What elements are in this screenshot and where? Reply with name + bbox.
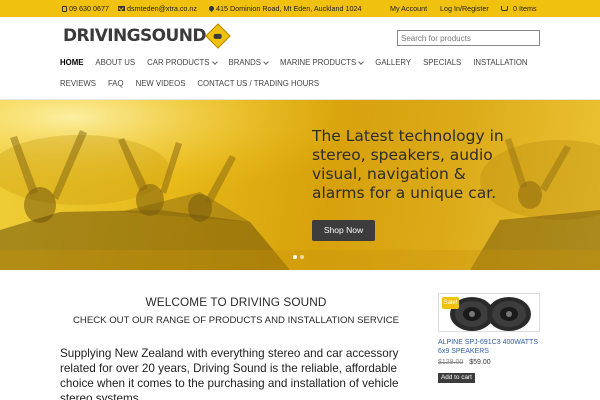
address-text: 415 Dominion Road, Mt Eden, Auckland 102…: [216, 4, 362, 13]
slider-dot-2[interactable]: [300, 255, 304, 259]
product-image[interactable]: Sale!: [438, 293, 540, 332]
site-header: DRIVINGSOUND HOME ABOUT US CAR PRODUCTS BRA…: [0, 17, 600, 100]
nav-item-contact-us-trading-hours[interactable]: CONTACT US / TRADING HOURS: [197, 79, 331, 88]
shop-now-button[interactable]: Shop Now: [312, 220, 375, 241]
nav-label: HOME: [60, 58, 84, 67]
my-account-link[interactable]: My Account: [390, 0, 427, 17]
product-price: $129.00 $59.00: [438, 359, 540, 366]
welcome-heading: WELCOME TO DRIVING SOUND: [145, 295, 327, 309]
page: 09 630 0677 dsmteden@xtra.co.nz 415 Domi…: [0, 0, 600, 400]
phone-icon: [62, 5, 67, 12]
nav-item-new-videos[interactable]: NEW VIDEOS: [136, 79, 198, 88]
login-register-link[interactable]: Log In/Register: [440, 0, 489, 17]
search-input[interactable]: [397, 30, 540, 46]
hero-headline: The Latest technology in stereo, speaker…: [312, 127, 504, 202]
hero-slider: The Latest technology in stereo, speaker…: [0, 100, 600, 270]
mail-icon: [118, 6, 125, 11]
nav-item-specials[interactable]: SPECIALS: [423, 58, 473, 67]
nav-item-home[interactable]: HOME: [60, 58, 95, 67]
cart-icon: [501, 6, 508, 11]
nav-label: SPECIALS: [423, 58, 462, 67]
nav-item-about-us[interactable]: ABOUT US: [95, 58, 147, 67]
product-name-link[interactable]: ALPINE SPJ-691C3 400WATTS 6x9 SPEAKERS: [438, 338, 540, 356]
email-link[interactable]: dsmteden@xtra.co.nz: [118, 0, 197, 17]
nav-label: FAQ: [107, 79, 124, 88]
nav-label: NEW VIDEOS: [135, 79, 186, 88]
nav-item-faq[interactable]: FAQ: [108, 79, 136, 88]
nav-label: ABOUT US: [95, 58, 136, 67]
chevron-down-icon: [211, 58, 218, 65]
chevron-down-icon: [263, 58, 269, 65]
product-sale-price: $59.00: [469, 359, 491, 366]
main-nav-row-2: REVIEWS FAQ NEW VIDEOS CONTACT US / TRADING…: [60, 79, 331, 88]
slider-dots: [293, 255, 304, 259]
address-info: 415 Dominion Road, Mt Eden, Auckland 102…: [207, 0, 362, 17]
nav-item-gallery[interactable]: GALLERY: [375, 58, 423, 67]
nav-label: BRANDS: [228, 58, 262, 67]
site-logo[interactable]: DRIVINGSOUND: [63, 23, 231, 49]
slider-dot-1[interactable]: [293, 255, 297, 259]
map-pin-icon: [207, 4, 216, 13]
top-bar: 09 630 0677 dsmteden@xtra.co.nz 415 Domi…: [0, 0, 600, 17]
product-old-price: $129.00: [438, 359, 464, 366]
sale-badge: Sale!: [442, 297, 459, 309]
email-address: dsmteden@xtra.co.nz: [127, 4, 198, 13]
nav-label: REVIEWS: [60, 79, 96, 88]
my-account-label: My Account: [390, 4, 428, 13]
nav-item-reviews[interactable]: REVIEWS: [60, 79, 108, 88]
main-nav: HOME ABOUT US CAR PRODUCTS BRANDS MARINE PRO…: [60, 58, 540, 67]
logo-wordmark: DRIVINGSOUND: [63, 26, 206, 46]
login-register-label: Log In/Register: [440, 4, 489, 13]
nav-label: MARINE PRODUCTS: [280, 58, 357, 67]
phone-link[interactable]: 09 630 0677: [62, 0, 109, 17]
product-card: Sale! ALPINE SPJ-691C3 400WATTS 6x9 SPEA…: [438, 293, 540, 384]
nav-label: CONTACT US / TRADING HOURS: [197, 79, 320, 88]
intro-paragraph: Supplying New Zealand with everything st…: [60, 347, 399, 400]
nav-item-marine-products[interactable]: MARINE PRODUCTS: [280, 58, 375, 67]
nav-label: CAR PRODUCTS: [147, 58, 210, 67]
add-to-cart-button[interactable]: Add to cart: [438, 373, 475, 383]
nav-label: INSTALLATION: [473, 58, 528, 67]
cart-count: 0 Items: [513, 4, 537, 13]
nav-item-car-products[interactable]: CAR PRODUCTS: [147, 58, 228, 67]
nav-label: GALLERY: [375, 58, 412, 67]
cart-link[interactable]: 0 Items: [501, 0, 537, 17]
car-badge-icon: [205, 23, 231, 49]
welcome-subheading: CHECK OUT OUR RANGE OF PRODUCTS AND INST…: [72, 315, 400, 326]
nav-item-installation[interactable]: INSTALLATION: [473, 58, 539, 67]
chevron-down-icon: [358, 58, 365, 65]
nav-item-brands[interactable]: BRANDS: [229, 58, 281, 67]
phone-number: 09 630 0677: [69, 4, 109, 13]
